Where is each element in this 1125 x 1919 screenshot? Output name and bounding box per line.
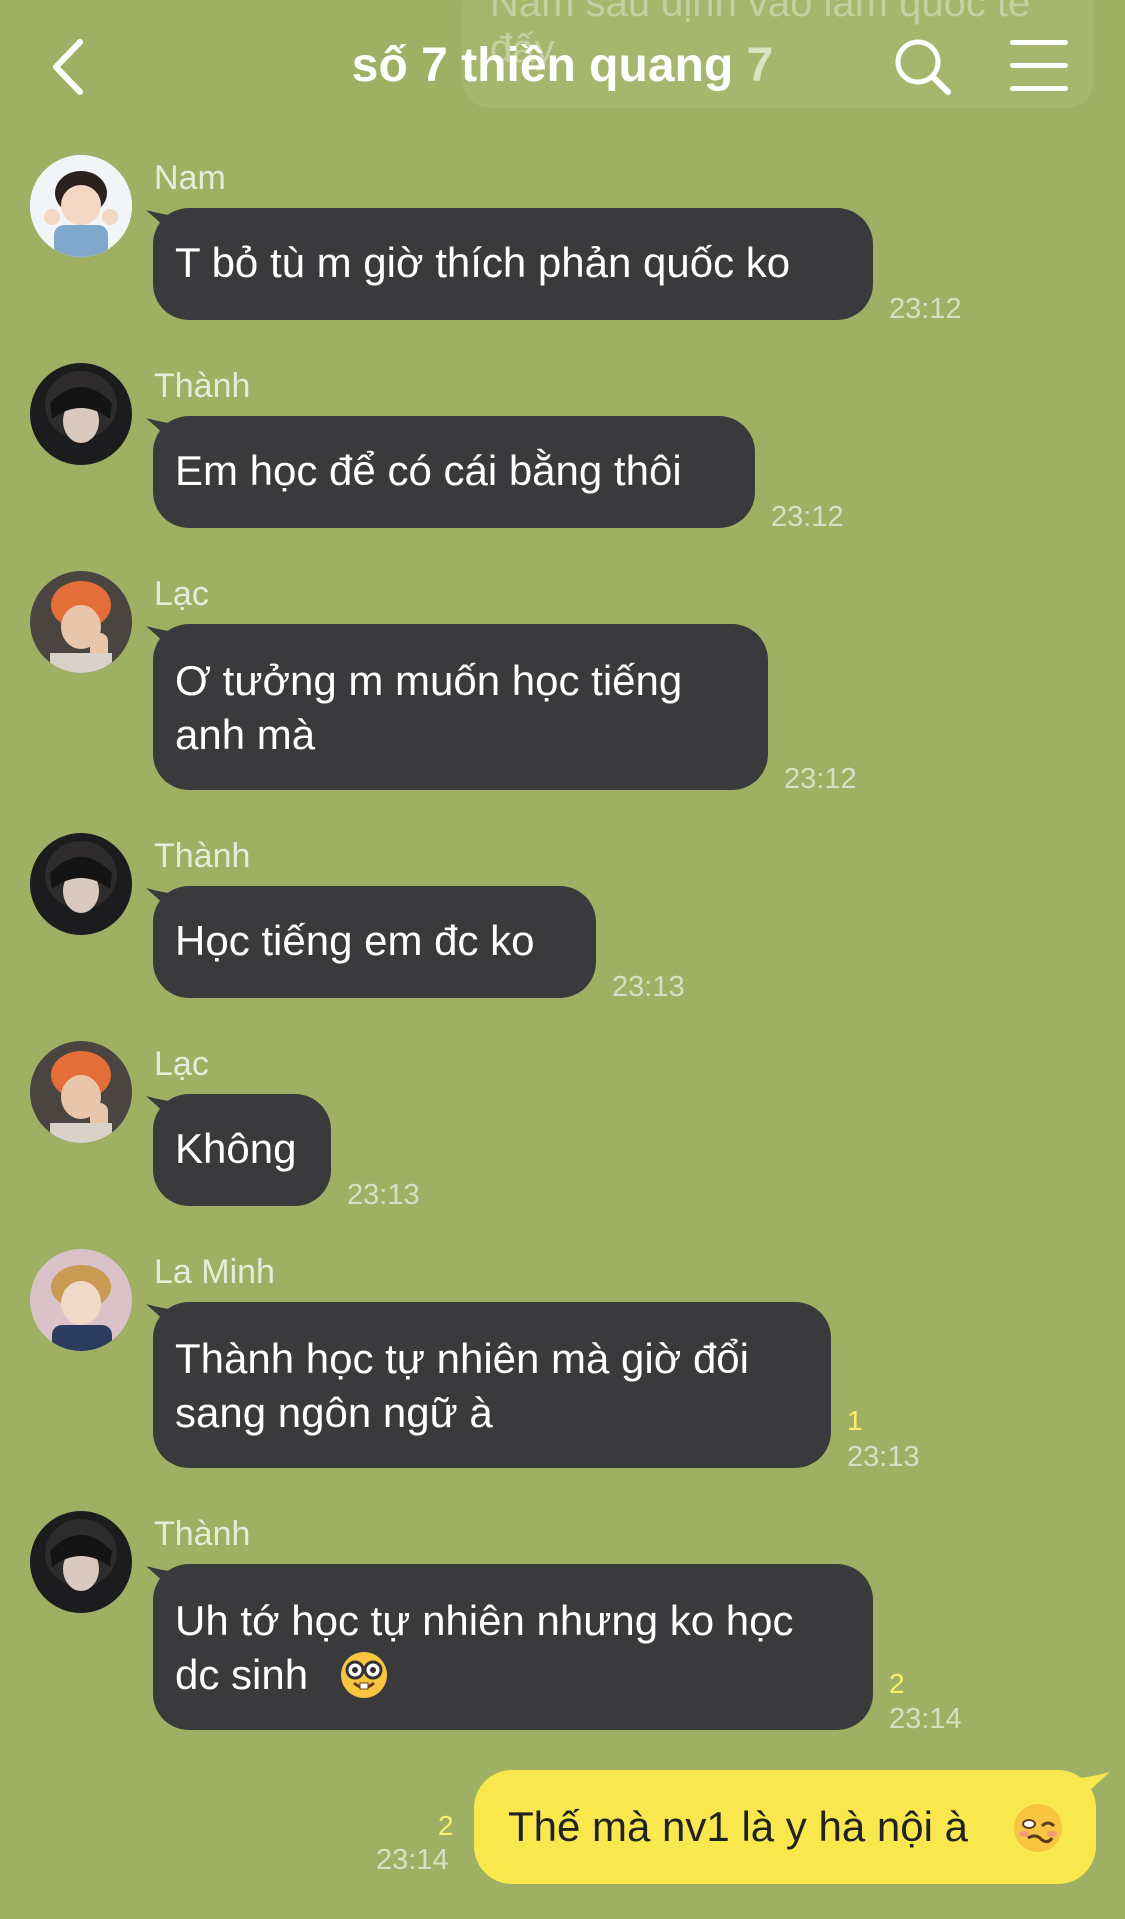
avatar-image bbox=[30, 1249, 132, 1351]
avatar-image bbox=[30, 571, 132, 673]
avatar[interactable] bbox=[30, 155, 132, 257]
avatar-image bbox=[30, 833, 132, 935]
avatar[interactable] bbox=[30, 833, 132, 935]
unread-count: 2 bbox=[889, 1668, 905, 1699]
unread-count: 2 bbox=[438, 1810, 454, 1841]
member-count: 7 bbox=[746, 39, 774, 92]
search-icon bbox=[895, 39, 951, 95]
sender-name: Thành bbox=[154, 1515, 251, 1553]
nerd-face-emoji bbox=[341, 1652, 387, 1698]
avatar-image bbox=[30, 1041, 132, 1143]
avatar[interactable] bbox=[30, 363, 132, 465]
sender-name: Thành bbox=[154, 837, 251, 875]
chat-header: số 7 thiền quang 7 bbox=[0, 0, 1125, 135]
avatar-image bbox=[30, 155, 132, 257]
message-time: 23:13 bbox=[847, 1441, 920, 1473]
message-time: 23:14 bbox=[376, 1844, 449, 1876]
my-message-bubble[interactable]: Thế mà nv1 là y hà nội à bbox=[474, 1770, 1096, 1884]
menu-icon bbox=[1010, 40, 1068, 45]
message-time: 23:13 bbox=[612, 971, 685, 1003]
message-bubble[interactable]: Thành học tự nhiên mà giờ đổi sang ngôn … bbox=[153, 1302, 831, 1468]
message-bubble[interactable]: Không bbox=[153, 1094, 331, 1206]
message-time: 23:12 bbox=[889, 293, 962, 325]
avatar[interactable] bbox=[30, 1041, 132, 1143]
message-bubble[interactable]: Ơ tưởng m muốn học tiếng anh mà bbox=[153, 624, 768, 790]
avatar-image bbox=[30, 363, 132, 465]
message-text: T bỏ tù m giờ thích phản quốc ko bbox=[175, 239, 791, 286]
avatar[interactable] bbox=[30, 571, 132, 673]
message-text: Thế mà nv1 là y hà nội à bbox=[508, 1803, 968, 1850]
avatar[interactable] bbox=[30, 1249, 132, 1351]
message-time: 23:12 bbox=[771, 501, 844, 533]
message-text: Em học để có cái bằng thôi bbox=[175, 447, 682, 494]
avatar[interactable] bbox=[30, 1511, 132, 1613]
woozy-face-emoji bbox=[1014, 1804, 1062, 1852]
avatar-image bbox=[30, 1511, 132, 1613]
message-bubble[interactable]: Uh tớ học tự nhiên nhưng ko học dc sinh bbox=[153, 1564, 873, 1730]
message-bubble[interactable]: Học tiếng em đc ko bbox=[153, 886, 596, 998]
message-time: 23:13 bbox=[347, 1179, 420, 1211]
search-button[interactable] bbox=[890, 32, 956, 102]
sender-name: Nam bbox=[154, 159, 226, 197]
menu-button[interactable] bbox=[1006, 36, 1072, 96]
message-bubble[interactable]: T bỏ tù m giờ thích phản quốc ko bbox=[153, 208, 873, 320]
message-text: Học tiếng em đc ko bbox=[175, 917, 535, 964]
unread-count: 1 bbox=[847, 1405, 863, 1436]
message-time: 23:14 bbox=[889, 1703, 962, 1735]
chat-title: số 7 thiền quang 7 bbox=[0, 36, 1125, 96]
sender-name: Lạc bbox=[154, 575, 209, 613]
group-name: số 7 thiền quang bbox=[351, 39, 734, 92]
message-text: Ơ tưởng m muốn học tiếng anh mà bbox=[175, 657, 683, 758]
sender-name: Thành bbox=[154, 367, 251, 405]
sender-name: Lạc bbox=[154, 1045, 209, 1083]
message-text: Thành học tự nhiên mà giờ đổi sang ngôn … bbox=[175, 1335, 749, 1436]
message-text: Không bbox=[175, 1125, 297, 1172]
message-bubble[interactable]: Em học để có cái bằng thôi bbox=[153, 416, 755, 528]
sender-name: La Minh bbox=[154, 1253, 275, 1291]
message-text: Uh tớ học tự nhiên nhưng ko học dc sinh bbox=[175, 1597, 794, 1698]
message-time: 23:12 bbox=[784, 763, 857, 795]
